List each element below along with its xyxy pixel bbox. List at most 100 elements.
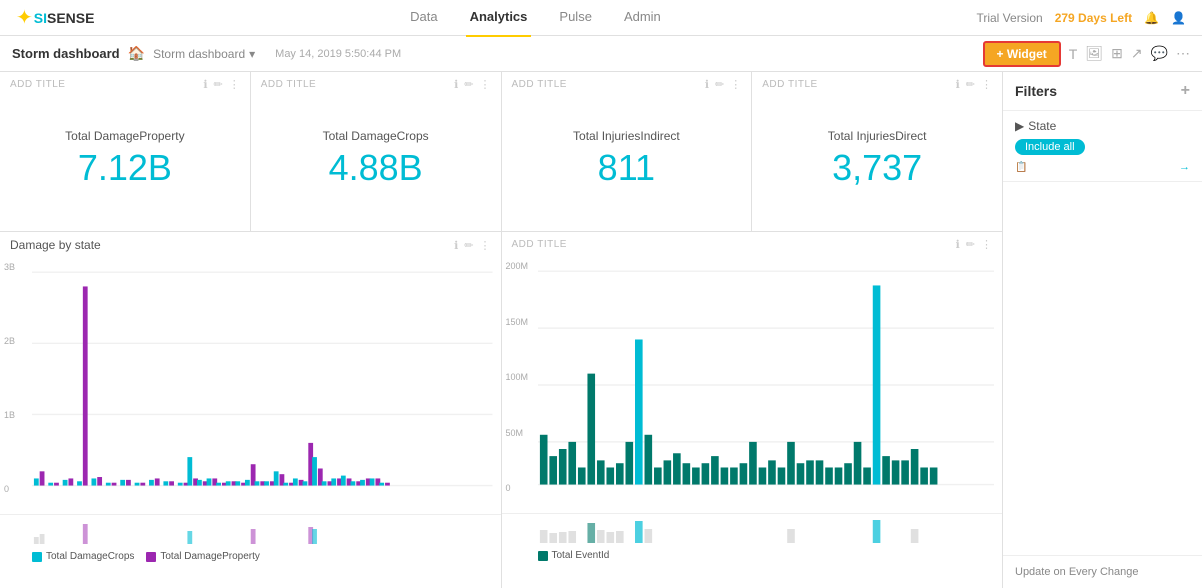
dashboard-content: ADD TITLE ℹ ✏ ⋮ Total DamageProperty 7.1… [0, 72, 1002, 588]
toolbar: Storm dashboard 🏠 Storm dashboard ▾ May … [0, 36, 1202, 72]
chart-1-legend: Total DamageCrops Total DamageProperty [32, 547, 493, 566]
top-nav: ✦ SISENSE Data Analytics Pulse Admin Tri… [0, 0, 1202, 36]
dashboard-title: Storm dashboard [12, 46, 120, 61]
metric-1-add-title: ADD TITLE [10, 79, 65, 90]
comment-icon[interactable]: 💬 [1151, 45, 1168, 62]
edit-icon-4[interactable]: ✏ [966, 78, 975, 91]
add-filter-icon[interactable]: + [1181, 82, 1190, 100]
chart-2-legend: Total EventId [538, 546, 995, 565]
filters-footer: Update on Every Change [1003, 555, 1202, 588]
metric-3-label: Total InjuriesIndirect [573, 129, 680, 143]
user-icon[interactable]: 👤 [1171, 11, 1186, 25]
state-section-header[interactable]: ▶ State [1015, 119, 1190, 133]
legend-label-2: Total DamageProperty [160, 551, 260, 562]
legend-label-1: Total DamageCrops [46, 551, 134, 562]
dashboard-icon: 🏠 [128, 45, 145, 62]
breadcrumb[interactable]: Storm dashboard ▾ [153, 47, 255, 61]
toolbar-left: Storm dashboard 🏠 Storm dashboard ▾ May … [12, 45, 401, 62]
logo: ✦ SISENSE [16, 5, 94, 30]
y-axis-1: 3B 2B 1B 0 [4, 262, 15, 494]
trial-label: Trial Version [976, 11, 1042, 25]
info-icon-2[interactable]: ℹ [454, 78, 458, 91]
chart-1-footer: Total DamageCrops Total DamageProperty [0, 514, 501, 566]
info-icon-c2[interactable]: ℹ [956, 238, 960, 251]
chart-1-title: Damage by state [10, 238, 101, 252]
edit-icon[interactable]: ✏ [214, 78, 223, 91]
more-icon-c2[interactable]: ⋮ [981, 238, 992, 251]
metric-3-add-title: ADD TITLE [512, 79, 567, 90]
share-icon[interactable]: ↗ [1131, 45, 1143, 62]
dashboard-date: May 14, 2019 5:50:44 PM [275, 48, 401, 60]
tab-data[interactable]: Data [406, 0, 441, 37]
more-icon-2[interactable]: ⋮ [480, 78, 491, 91]
tab-admin[interactable]: Admin [620, 0, 665, 37]
metric-1-label: Total DamageProperty [65, 129, 184, 143]
logo-icon: ✦ [16, 5, 33, 30]
tab-pulse[interactable]: Pulse [555, 0, 596, 37]
more-icon-4[interactable]: ⋮ [981, 78, 992, 91]
image-icon[interactable]: 🖼 [1085, 45, 1103, 62]
tab-analytics[interactable]: Analytics [466, 0, 532, 37]
chart-2-mini [538, 518, 995, 543]
edit-icon-3[interactable]: ✏ [715, 78, 724, 91]
filter-info-icon: 📋 [1015, 162, 1027, 173]
more-icon-3[interactable]: ⋮ [730, 78, 741, 91]
more-icon-c1[interactable]: ⋮ [480, 239, 491, 252]
nav-right: Trial Version 279 Days Left 🔔 👤 [976, 11, 1186, 25]
chart-widget-1: Damage by state ℹ ✏ ⋮ 3B 2B 1B 0 [0, 232, 502, 588]
legend-color-2 [146, 552, 156, 562]
legend-color-c2 [538, 551, 548, 561]
metric-3-value: 811 [598, 147, 655, 189]
metric-4-add-title: ADD TITLE [762, 79, 817, 90]
metric-4-label: Total InjuriesDirect [828, 129, 927, 143]
metric-1-value: 7.12B [78, 147, 172, 189]
filters-sidebar: Filters + ▶ State Include all 📋 → Update… [1002, 72, 1202, 588]
edit-icon-c2[interactable]: ✏ [966, 238, 975, 251]
main-layout: ADD TITLE ℹ ✏ ⋮ Total DamageProperty 7.1… [0, 72, 1202, 588]
metric-widget-1: ADD TITLE ℹ ✏ ⋮ Total DamageProperty 7.1… [0, 72, 251, 231]
chart-2-footer: Total EventId [502, 513, 1003, 565]
legend-color-1 [32, 552, 42, 562]
notification-icon[interactable]: 🔔 [1144, 11, 1159, 25]
charts-row: Damage by state ℹ ✏ ⋮ 3B 2B 1B 0 [0, 232, 1002, 588]
days-left: 279 Days Left [1055, 11, 1132, 25]
filter-state-label: State [1028, 119, 1056, 133]
metric-2-add-title: ADD TITLE [261, 79, 316, 90]
info-icon-3[interactable]: ℹ [705, 78, 709, 91]
legend-item-2: Total DamageProperty [146, 551, 260, 562]
legend-item-1: Total DamageCrops [32, 551, 134, 562]
add-widget-button[interactable]: + Widget [983, 41, 1061, 67]
metric-widget-2: ADD TITLE ℹ ✏ ⋮ Total DamageCrops 4.88B [251, 72, 502, 231]
chart-widget-2: ADD TITLE ℹ ✏ ⋮ 200M 150M 100M 50M 0 [502, 232, 1003, 588]
filter-expand-icon[interactable]: → [1179, 161, 1190, 173]
more-icon[interactable]: ⋯ [1176, 45, 1190, 62]
breadcrumb-text: Storm dashboard [153, 47, 245, 61]
metric-2-label: Total DamageCrops [323, 129, 429, 143]
chart-1-svg [32, 258, 493, 514]
logo-wordmark: SISENSE [34, 10, 95, 26]
update-mode-label: Update on Every Change [1015, 566, 1139, 578]
legend-label-c2: Total EventId [552, 550, 610, 561]
chevron-right-icon: ▶ [1015, 119, 1024, 133]
metric-widget-4: ADD TITLE ℹ ✏ ⋮ Total InjuriesDirect 3,7… [752, 72, 1002, 231]
metric-widget-3: ADD TITLE ℹ ✏ ⋮ Total InjuriesIndirect 8… [502, 72, 753, 231]
info-icon[interactable]: ℹ [203, 78, 207, 91]
nav-tabs: Data Analytics Pulse Admin [406, 0, 665, 37]
toolbar-right: + Widget T 🖼 ⊞ ↗ 💬 ⋯ [983, 41, 1190, 67]
filters-header: Filters + [1003, 72, 1202, 111]
filter-state-section: ▶ State Include all 📋 → [1003, 111, 1202, 182]
table-icon[interactable]: ⊞ [1111, 45, 1123, 62]
more-icon-1[interactable]: ⋮ [229, 78, 240, 91]
metric-2-value: 4.88B [329, 147, 423, 189]
edit-icon-2[interactable]: ✏ [464, 78, 473, 91]
legend-item-c2: Total EventId [538, 550, 610, 561]
info-icon-c1[interactable]: ℹ [454, 239, 458, 252]
edit-icon-c1[interactable]: ✏ [464, 239, 473, 252]
text-icon[interactable]: T [1069, 46, 1078, 62]
metric-4-value: 3,737 [832, 147, 922, 189]
chart-2-add-title: ADD TITLE [512, 239, 567, 250]
filters-title: Filters [1015, 83, 1057, 99]
info-icon-4[interactable]: ℹ [956, 78, 960, 91]
include-all-tag[interactable]: Include all [1015, 139, 1085, 155]
chart-2-svg [538, 257, 995, 513]
